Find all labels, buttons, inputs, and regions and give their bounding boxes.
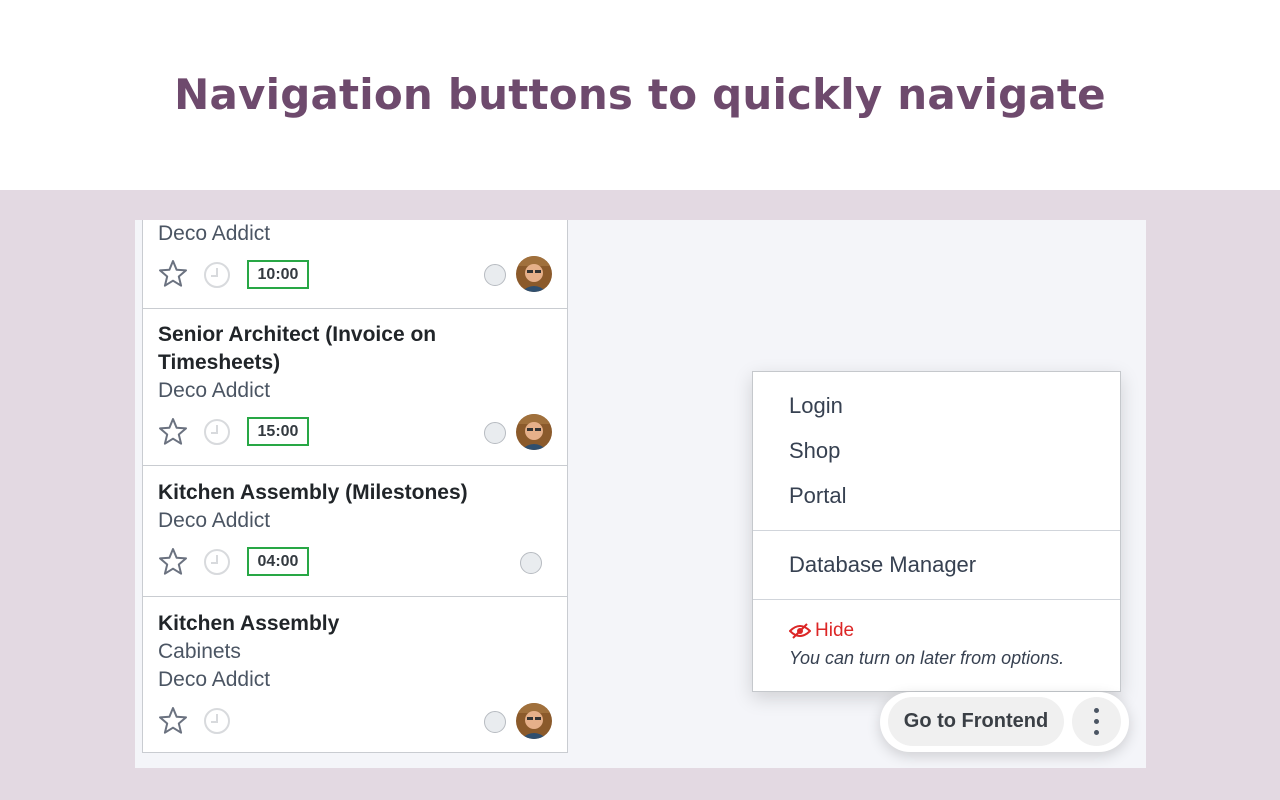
- hide-button[interactable]: Hide: [789, 619, 854, 643]
- clock-icon[interactable]: [204, 708, 230, 734]
- clock-icon[interactable]: [204, 262, 230, 288]
- kanban-card[interactable]: Kitchen Assembly (Milestones) Deco Addic…: [143, 466, 567, 597]
- menu-item-shop[interactable]: Shop: [789, 436, 840, 466]
- menu-item-portal[interactable]: Portal: [789, 481, 846, 511]
- kanban-card[interactable]: Senior Architect (Invoice on Timesheets)…: [143, 309, 567, 466]
- hide-hint: You can turn on later from options.: [789, 648, 1065, 668]
- status-circle-icon[interactable]: [520, 552, 542, 574]
- card-title: Senior Architect (Invoice on Timesheets): [158, 323, 437, 374]
- avatar: [516, 703, 552, 739]
- card-title: Kitchen Assembly: [158, 612, 340, 635]
- card-tag: Cabinets: [158, 640, 241, 663]
- avatar: [516, 414, 552, 450]
- menu-divider: [753, 530, 1120, 531]
- time-badge: 15:00: [247, 417, 309, 446]
- avatar: [516, 256, 552, 292]
- clock-icon[interactable]: [204, 419, 230, 445]
- status-circle-icon[interactable]: [484, 422, 506, 444]
- card-customer: Deco Addict: [158, 222, 271, 245]
- more-vertical-icon: [1094, 708, 1099, 713]
- time-badge: 10:00: [247, 260, 309, 289]
- card-customer: Deco Addict: [158, 379, 271, 402]
- navigation-menu: Login Shop Portal Database Manager Hide …: [752, 371, 1121, 692]
- headline: Navigation buttons to quickly navigate: [174, 70, 1106, 119]
- eye-slash-icon: [789, 623, 811, 639]
- menu-item-database-manager[interactable]: Database Manager: [789, 550, 976, 580]
- star-icon[interactable]: [157, 416, 189, 448]
- star-icon[interactable]: [157, 546, 189, 578]
- kanban-card[interactable]: Deco Addict 10:00: [143, 220, 567, 309]
- status-circle-icon[interactable]: [484, 264, 506, 286]
- menu-divider: [753, 599, 1120, 600]
- kanban-card[interactable]: Kitchen Assembly Cabinets Deco Addict: [143, 597, 567, 753]
- menu-item-login[interactable]: Login: [789, 391, 843, 421]
- card-title: Kitchen Assembly (Milestones): [158, 481, 468, 504]
- status-circle-icon[interactable]: [484, 711, 506, 733]
- page-header: Navigation buttons to quickly navigate: [0, 0, 1280, 190]
- floating-navigation-bar: Go to Frontend: [880, 692, 1129, 752]
- go-to-frontend-button[interactable]: Go to Frontend: [888, 697, 1064, 746]
- star-icon[interactable]: [157, 258, 189, 290]
- kanban-column: Deco Addict 10:00 Senior Architect (Invo…: [142, 220, 568, 753]
- hide-label: Hide: [815, 620, 855, 641]
- card-customer: Deco Addict: [158, 509, 271, 532]
- star-icon[interactable]: [157, 705, 189, 737]
- clock-icon[interactable]: [204, 549, 230, 575]
- more-options-button[interactable]: [1072, 697, 1121, 746]
- time-badge: 04:00: [247, 547, 309, 576]
- card-customer: Deco Addict: [158, 668, 271, 691]
